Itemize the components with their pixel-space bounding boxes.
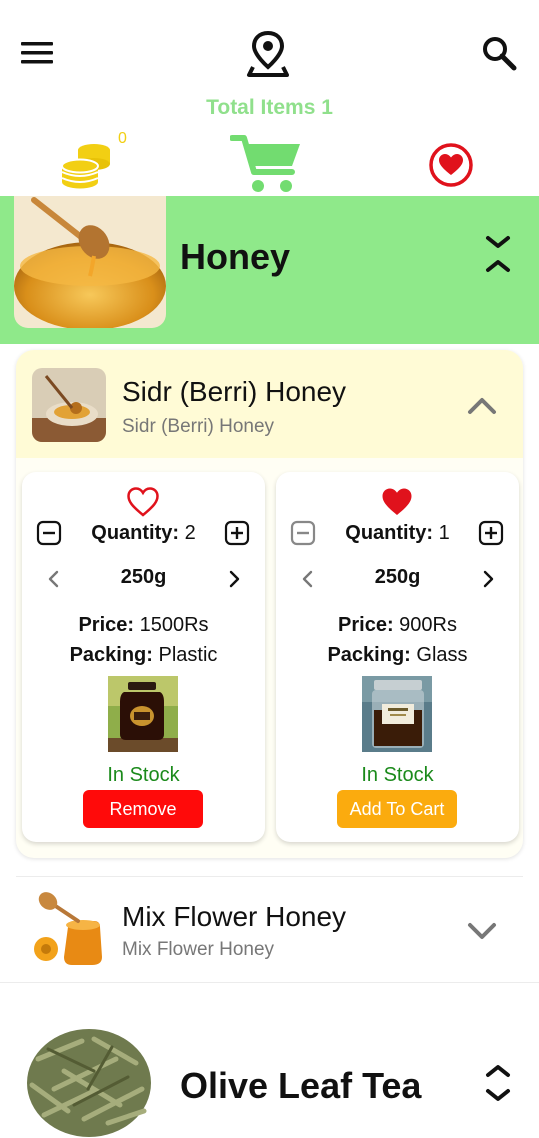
packing-value: Plastic — [158, 644, 218, 666]
product-collapse-button[interactable] — [464, 390, 500, 418]
category-title: Honey — [180, 236, 291, 277]
add-to-cart-button[interactable]: Add To Cart — [337, 790, 457, 828]
total-items-label: Total Items 1 — [206, 96, 333, 119]
price-value: 1500Rs — [139, 614, 209, 636]
packing-value: Glass — [416, 644, 468, 666]
favorite-toggle[interactable] — [126, 486, 160, 518]
plus-square-icon — [224, 520, 250, 546]
product-row-mix-flower[interactable]: Mix Flower Honey Mix Flower Honey — [16, 876, 523, 969]
packing-line: Packing: Plastic — [22, 644, 265, 667]
size-next-button[interactable] — [224, 568, 244, 590]
category-olive-leaf-tea[interactable]: Olive Leaf Tea — [0, 982, 539, 1138]
quantity-value: 2 — [184, 522, 196, 544]
quantity-increase-button[interactable] — [224, 520, 250, 546]
product-jar-image — [108, 676, 178, 752]
stock-status: In Stock — [361, 764, 434, 786]
quantity-stepper: Quantity: 2 — [22, 520, 265, 550]
favorites-button[interactable] — [428, 142, 474, 188]
top-bar — [0, 0, 539, 100]
packing-line: Packing: Glass — [276, 644, 519, 667]
cart-button[interactable] — [229, 132, 306, 196]
quantity-increase-button[interactable] — [478, 520, 504, 546]
product-name: Sidr (Berri) Honey — [122, 376, 347, 407]
product-thumbnail — [32, 368, 106, 442]
category-honey[interactable]: Honey — [0, 196, 539, 344]
category-toggle-button[interactable] — [480, 234, 516, 274]
remove-button[interactable]: Remove — [83, 790, 203, 828]
expand-chevrons-icon — [486, 1065, 510, 1101]
heart-filled-icon — [382, 488, 412, 515]
product-panel-sidr: Sidr (Berri) Honey Sidr (Berri) Honey Qu… — [16, 350, 523, 858]
product-subtitle: Mix Flower Honey — [122, 939, 275, 960]
collapse-chevrons-icon — [486, 236, 510, 272]
coins-icon — [61, 144, 110, 189]
favorite-toggle[interactable] — [380, 486, 414, 518]
chevron-up-icon — [468, 398, 496, 414]
coins-count: 0 — [118, 130, 127, 147]
location-button[interactable] — [240, 26, 296, 82]
quantity-label: Quantity: — [345, 522, 434, 544]
category-title: Olive Leaf Tea — [180, 1065, 422, 1106]
product-subtitle: Sidr (Berri) Honey — [122, 416, 275, 437]
product-expand-button[interactable] — [464, 917, 500, 945]
variant-card: Quantity: 2 250g Price: 1500Rs Packing: … — [22, 472, 265, 842]
heart-circle-icon — [429, 143, 473, 187]
price-line: Price: 1500Rs — [22, 614, 265, 637]
price-label: Price: — [78, 614, 135, 636]
stock-status: In Stock — [107, 764, 180, 786]
packing-label: Packing: — [69, 644, 153, 666]
size-next-button[interactable] — [478, 568, 498, 590]
menu-button[interactable] — [14, 30, 60, 76]
packing-label: Packing: — [327, 644, 411, 666]
price-label: Price: — [338, 614, 394, 636]
search-icon — [483, 37, 517, 71]
map-pin-icon — [247, 30, 289, 77]
category-toggle-button[interactable] — [480, 1061, 516, 1105]
chevron-right-icon — [483, 570, 494, 588]
olive-leaf-tea-image — [24, 1019, 154, 1138]
product-name: Mix Flower Honey — [122, 901, 347, 932]
product-jar-image — [362, 676, 432, 752]
cart-icon — [229, 135, 300, 192]
price-value: 900Rs — [399, 614, 457, 636]
product-thumbnail — [32, 891, 108, 969]
price-line: Price: 900Rs — [276, 614, 519, 637]
search-button[interactable] — [476, 30, 522, 76]
product-header[interactable]: Sidr (Berri) Honey Sidr (Berri) Honey — [16, 350, 523, 458]
size-selector: 250g — [22, 566, 265, 594]
chevron-right-icon — [229, 570, 240, 588]
size-selector: 250g — [276, 566, 519, 594]
chevron-down-icon — [468, 923, 496, 939]
plus-square-icon — [478, 520, 504, 546]
quantity-value: 1 — [438, 522, 450, 544]
quantity-stepper: Quantity: 1 — [276, 520, 519, 550]
quantity-label: Quantity: — [91, 522, 180, 544]
variant-card: Quantity: 1 250g Price: 900Rs Packing: G… — [276, 472, 519, 842]
honey-category-image — [14, 196, 166, 328]
hamburger-icon — [21, 42, 53, 64]
heart-outline-icon — [127, 487, 159, 517]
coins-button[interactable] — [58, 138, 114, 190]
